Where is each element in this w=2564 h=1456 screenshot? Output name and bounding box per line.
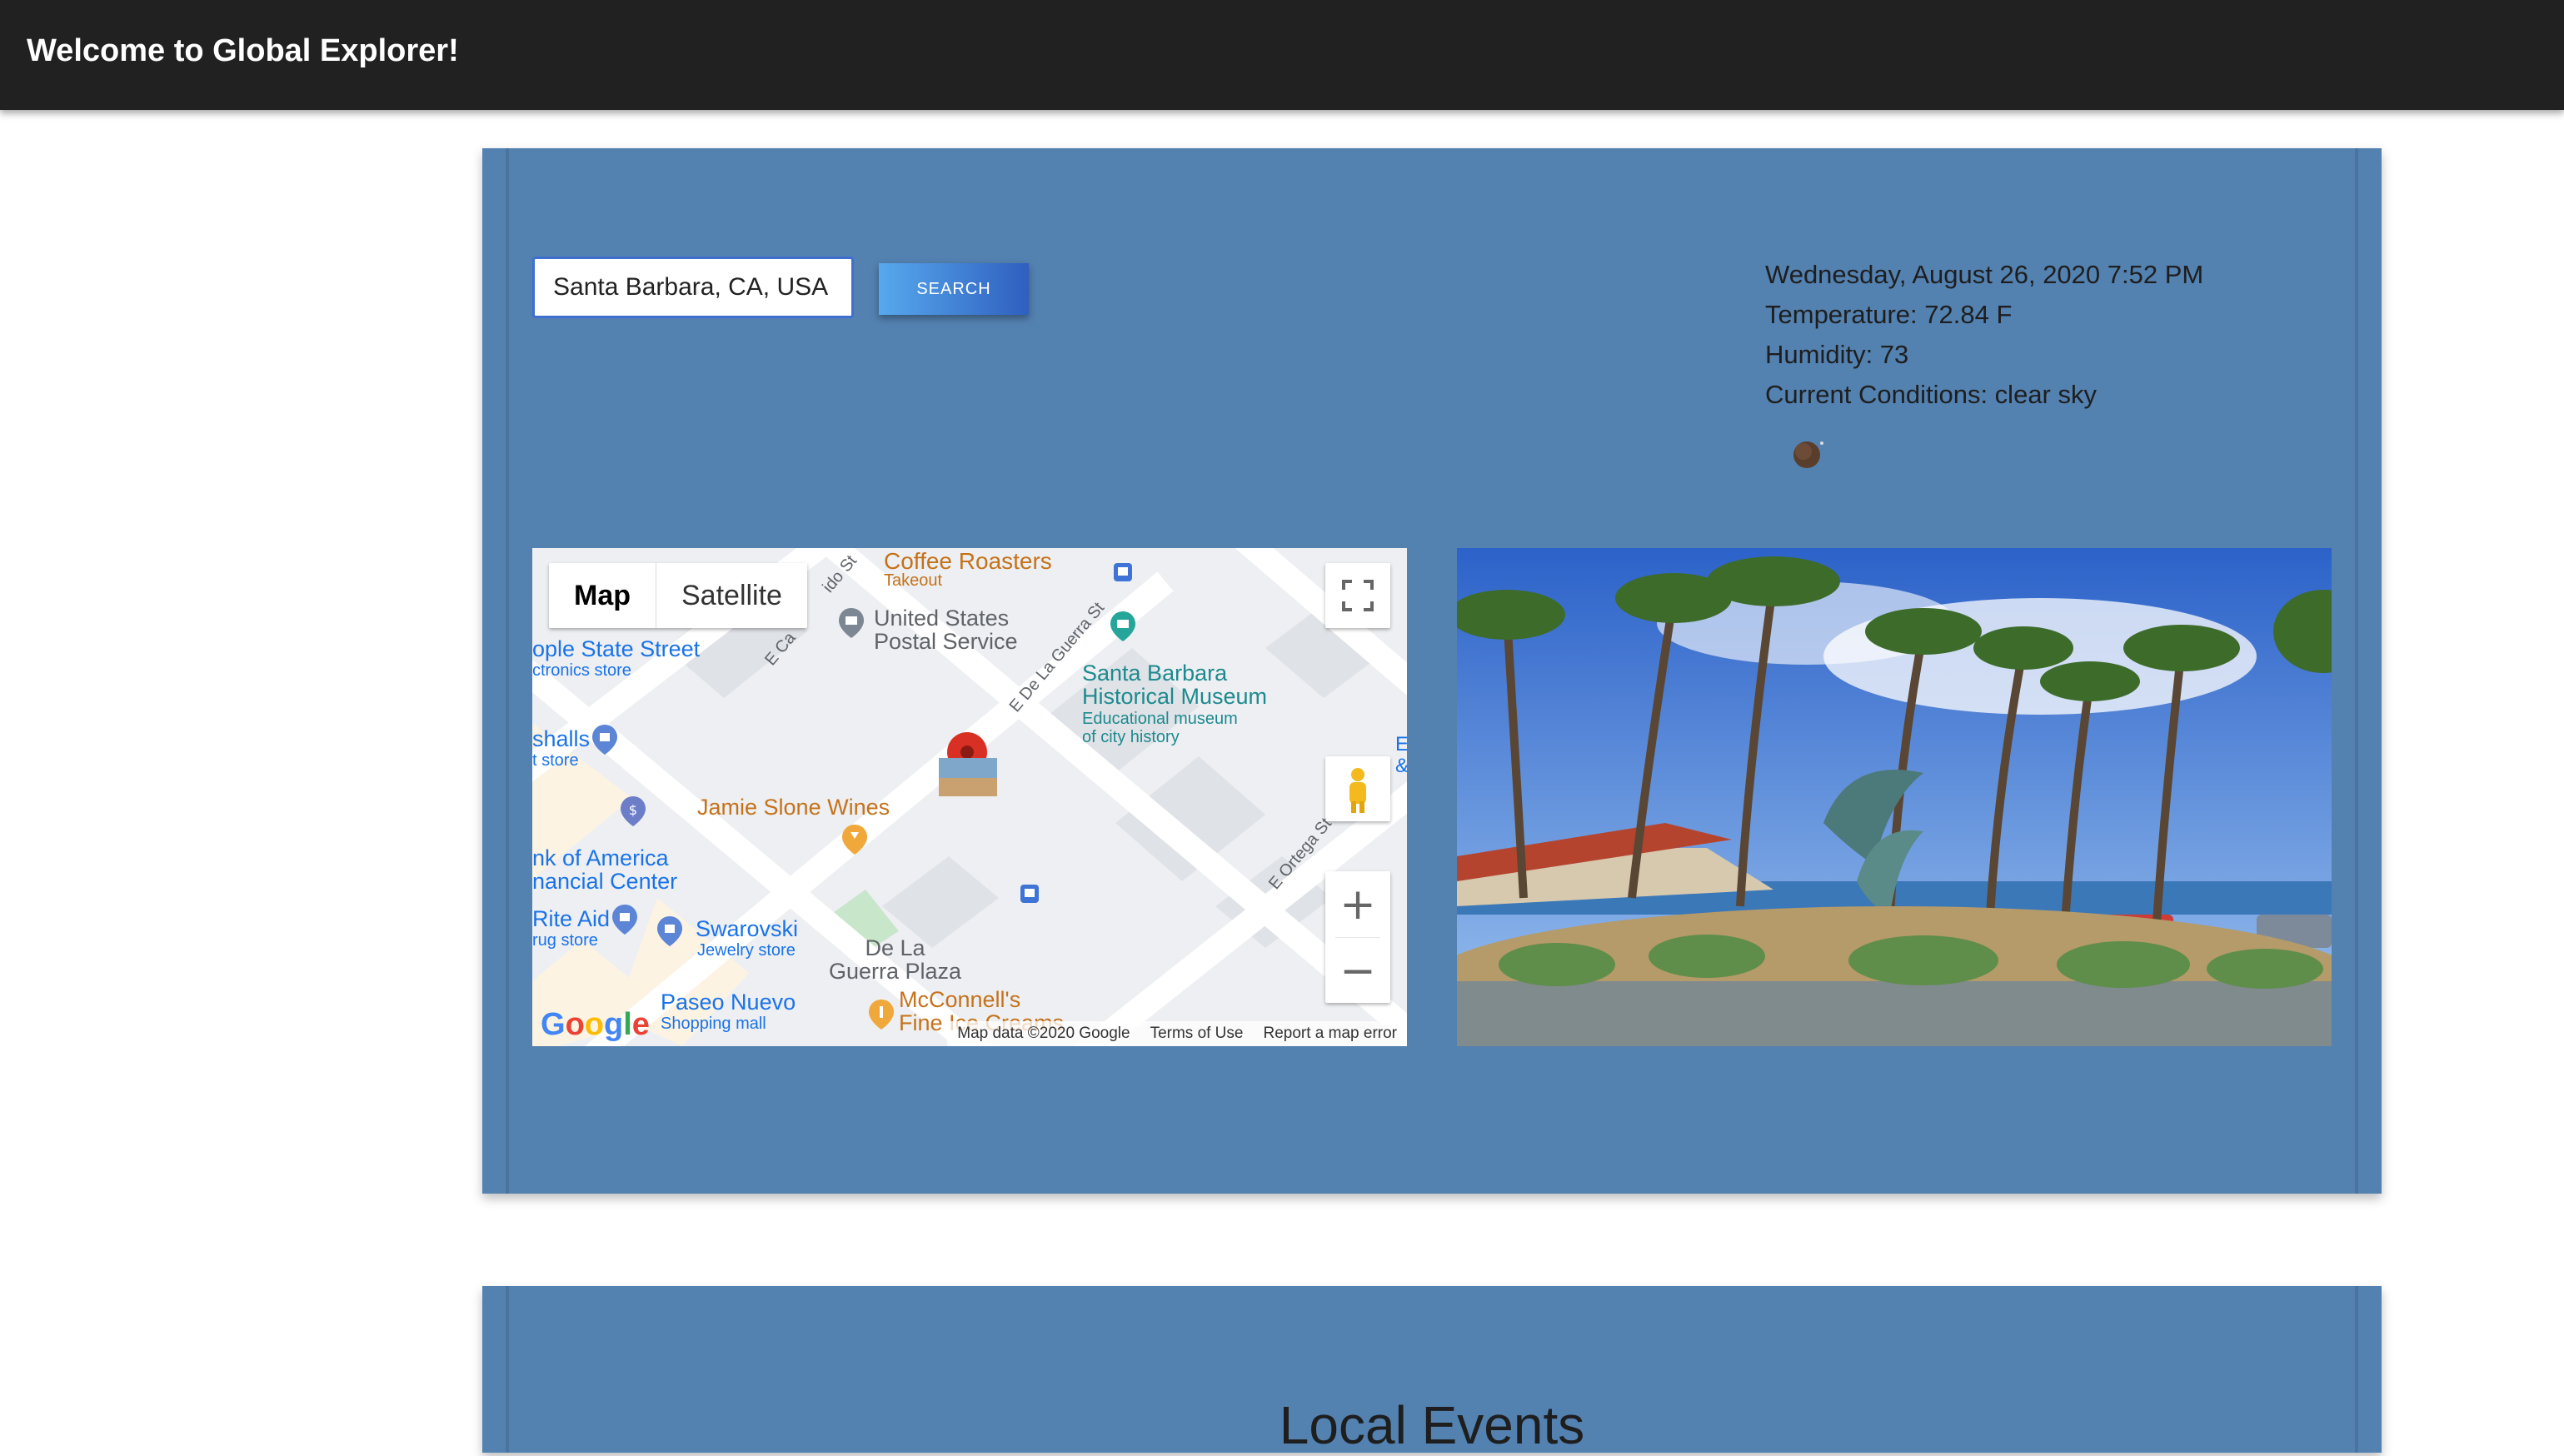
app-title: Welcome to Global Explorer! <box>27 33 459 68</box>
local-events-card: Local Events <box>482 1286 2382 1455</box>
fullscreen-icon <box>1342 580 1374 611</box>
weather-humidity: Humidity: 73 <box>1765 340 1909 369</box>
poi-paseo-nuevo-sub: Shopping mall <box>661 1015 766 1033</box>
poi-de-la-guerra-plaza[interactable]: De La Guerra Plaza <box>829 936 961 983</box>
poi-jamie-slone-wines[interactable]: Jamie Slone Wines <box>697 795 890 820</box>
poi-plaza-line1: De La <box>865 935 925 960</box>
weather-panel: Wednesday, August 26, 2020 7:52 PM Tempe… <box>1765 255 2203 415</box>
card-edge-left <box>506 148 509 1194</box>
poi-state-street-sub: ctronics store <box>532 661 631 680</box>
clear-night-icon <box>1793 441 1823 468</box>
weather-temperature: Temperature: 72.84 F <box>1765 300 2013 329</box>
street-edge-e: E <box>1395 733 1407 755</box>
wine-pin-icon <box>842 825 867 855</box>
local-events-title: Local Events <box>1279 1395 1585 1455</box>
poi-paseo-nuevo[interactable]: Paseo Nuevo <box>661 990 796 1015</box>
google-logo-g: G <box>541 1007 566 1042</box>
app-bar: Welcome to Global Explorer! <box>0 0 2564 110</box>
street-edge-amp: & <box>1395 755 1407 778</box>
weather-datetime: Wednesday, August 26, 2020 7:52 PM <box>1765 260 2204 289</box>
poi-museum-description: Educational museum of city history <box>1082 710 1238 746</box>
poi-bank-of-america[interactable]: nk of America nancial Center <box>532 846 677 893</box>
search-button[interactable]: SEARCH <box>879 263 1029 315</box>
google-logo-o2: o <box>584 1007 604 1042</box>
poi-historical-museum[interactable]: Santa Barbara Historical Museum <box>1082 661 1267 708</box>
bank-pin-icon: $ <box>621 796 646 826</box>
weather-conditions: Current Conditions: clear sky <box>1765 380 2097 409</box>
poi-post-office[interactable]: United States Postal Service <box>874 606 1018 653</box>
dolphin-fountain-image <box>1457 548 2332 1046</box>
report-map-error-link[interactable]: Report a map error <box>1263 1025 1397 1043</box>
bus-stop-icon <box>1114 563 1132 581</box>
museum-pin-icon <box>1110 611 1135 641</box>
svg-text:$: $ <box>629 802 637 818</box>
zoom-control: + − <box>1325 871 1390 1003</box>
poi-museum-line1: Santa Barbara <box>1082 661 1228 686</box>
google-logo-l: l <box>623 1007 632 1042</box>
map-type-map-button[interactable]: Map <box>549 563 656 628</box>
poi-museum-desc-line1: Educational museum <box>1082 710 1238 728</box>
google-logo-e: e <box>631 1007 650 1042</box>
poi-marshalls[interactable]: shalls <box>532 726 590 752</box>
poi-museum-line2: Historical Museum <box>1082 684 1268 709</box>
pharmacy-pin-icon <box>612 905 637 935</box>
street-view-pegman[interactable] <box>1325 756 1390 821</box>
map-attribution: Map data ©2020 Google Terms of Use Repor… <box>947 1021 1407 1046</box>
map-type-satellite-button[interactable]: Satellite <box>656 563 807 628</box>
google-logo-g2: g <box>604 1007 624 1042</box>
poi-bank-line2: nancial Center <box>532 869 678 894</box>
pegman-icon <box>1349 768 1366 813</box>
poi-museum-desc-line2: of city history <box>1082 728 1180 746</box>
poi-rite-aid-sub: rug store <box>532 931 598 950</box>
poi-post-office-line2: Postal Service <box>874 629 1018 654</box>
card-edge-right <box>2355 148 2358 1194</box>
shopping-pin-icon <box>592 725 617 755</box>
poi-mcconnells-line1: McConnell's <box>899 987 1021 1012</box>
poi-coffee-sub: Takeout <box>884 571 943 590</box>
location-photo <box>1457 548 2332 1046</box>
location-search-input[interactable] <box>532 257 854 318</box>
zoom-out-button[interactable]: − <box>1325 938 1390 1004</box>
mail-pin-icon <box>839 608 864 638</box>
poi-plaza-line2: Guerra Plaza <box>829 959 962 984</box>
restaurant-pin-icon <box>869 1000 894 1030</box>
poi-marshalls-sub: t store <box>532 751 579 770</box>
google-map[interactable]: Map Satellite + − Coffee Roasters Takeou… <box>532 548 1407 1046</box>
poi-swarovski-sub: Jewelry store <box>697 941 796 960</box>
bus-stop-icon <box>1020 885 1039 903</box>
jewelry-pin-icon <box>657 916 682 946</box>
fullscreen-button[interactable] <box>1325 563 1390 628</box>
map-data-credit: Map data ©2020 Google <box>957 1025 1130 1042</box>
poi-swarovski[interactable]: Swarovski <box>696 916 798 942</box>
map-type-control: Map Satellite <box>549 563 807 628</box>
google-logo-o1: o <box>565 1007 585 1042</box>
poi-post-office-line1: United States <box>874 606 1010 631</box>
poi-rite-aid[interactable]: Rite Aid <box>532 906 610 932</box>
poi-state-street[interactable]: ople State Street <box>532 636 700 662</box>
terms-of-use-link[interactable]: Terms of Use <box>1150 1025 1244 1043</box>
poi-bank-line1: nk of America <box>532 845 669 870</box>
explorer-card: SEARCH Wednesday, August 26, 2020 7:52 P… <box>482 148 2382 1194</box>
zoom-in-button[interactable]: + <box>1325 871 1390 937</box>
google-logo: Google <box>541 1007 650 1043</box>
